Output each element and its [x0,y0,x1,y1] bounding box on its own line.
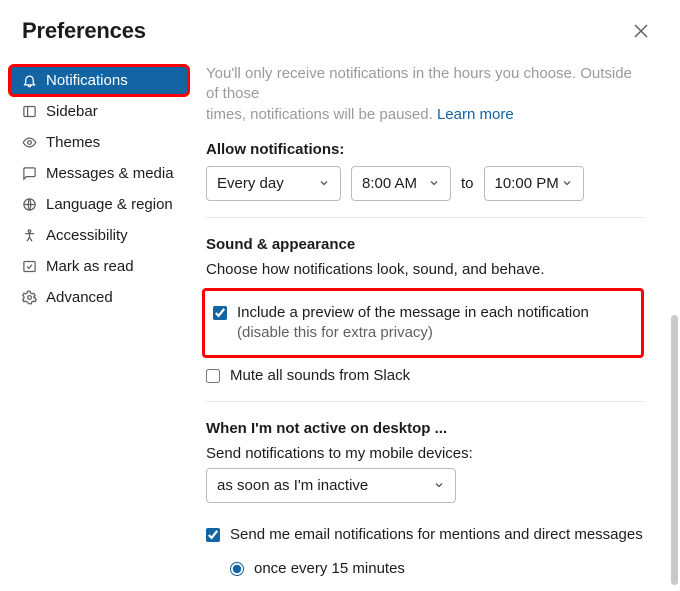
accessibility-icon [20,228,38,243]
sidebar-item-label: Language & region [46,196,173,213]
sidebar-item-themes[interactable]: Themes [10,128,188,157]
preview-checkbox[interactable] [213,306,227,320]
sidebar-item-label: Advanced [46,289,113,306]
mute-checkbox-row[interactable]: Mute all sounds from Slack [206,362,644,390]
close-icon[interactable] [627,21,655,41]
allow-notifications-label: Allow notifications: [206,141,644,158]
sidebar-item-messages-media[interactable]: Messages & media [10,159,188,188]
scrollbar[interactable] [671,315,678,585]
sidebar: Notifications Sidebar Themes Messages & … [0,54,188,584]
intro-text: You'll only receive notifications in the… [206,64,644,125]
preview-checkbox-row[interactable]: Include a preview of the message in each… [213,299,633,348]
chevron-down-icon [428,177,440,189]
bell-icon [20,73,38,88]
end-time-select[interactable]: 10:00 PM [484,166,584,201]
email-freq-15min-radio[interactable] [230,562,244,576]
sidebar-item-notifications[interactable]: Notifications [10,66,188,95]
eye-icon [20,135,38,150]
to-label: to [461,175,474,192]
email-checkbox[interactable] [206,528,220,542]
panel-icon [20,104,38,119]
learn-more-link[interactable]: Learn more [437,106,514,123]
mobile-devices-label: Send notifications to my mobile devices: [206,445,644,462]
globe-icon [20,197,38,212]
divider [206,217,644,218]
sidebar-item-label: Accessibility [46,227,128,244]
chevron-down-icon [318,177,330,189]
email-freq-15min-row[interactable]: once every 15 minutes [230,555,644,583]
highlight-notifications: Notifications [10,66,188,95]
inactive-heading: When I'm not active on desktop ... [206,420,644,437]
divider [206,401,644,402]
sound-appearance-desc: Choose how notifications look, sound, an… [206,261,644,278]
content-panel: You'll only receive notifications in the… [188,54,680,584]
sidebar-item-advanced[interactable]: Advanced [10,283,188,312]
sidebar-item-sidebar[interactable]: Sidebar [10,97,188,126]
sidebar-item-label: Themes [46,134,100,151]
day-select[interactable]: Every day [206,166,341,201]
chevron-down-icon [561,177,573,189]
sidebar-item-label: Sidebar [46,103,98,120]
sidebar-item-language-region[interactable]: Language & region [10,190,188,219]
sidebar-item-accessibility[interactable]: Accessibility [10,221,188,250]
highlight-preview-option: Include a preview of the message in each… [202,288,644,359]
page-title: Preferences [22,18,146,44]
sidebar-item-mark-as-read[interactable]: Mark as read [10,252,188,281]
start-time-select[interactable]: 8:00 AM [351,166,451,201]
chevron-down-icon [433,479,445,491]
message-icon [20,166,38,181]
mobile-notify-select[interactable]: as soon as I'm inactive [206,468,456,503]
check-icon [20,259,38,274]
email-freq-hour-row[interactable]: once an hour [230,583,644,584]
mute-checkbox[interactable] [206,369,220,383]
sidebar-item-label: Messages & media [46,165,174,182]
sidebar-item-label: Mark as read [46,258,134,275]
sidebar-item-label: Notifications [46,72,128,89]
email-checkbox-row[interactable]: Send me email notifications for mentions… [206,521,644,549]
sound-appearance-heading: Sound & appearance [206,236,644,253]
gear-icon [20,290,38,305]
